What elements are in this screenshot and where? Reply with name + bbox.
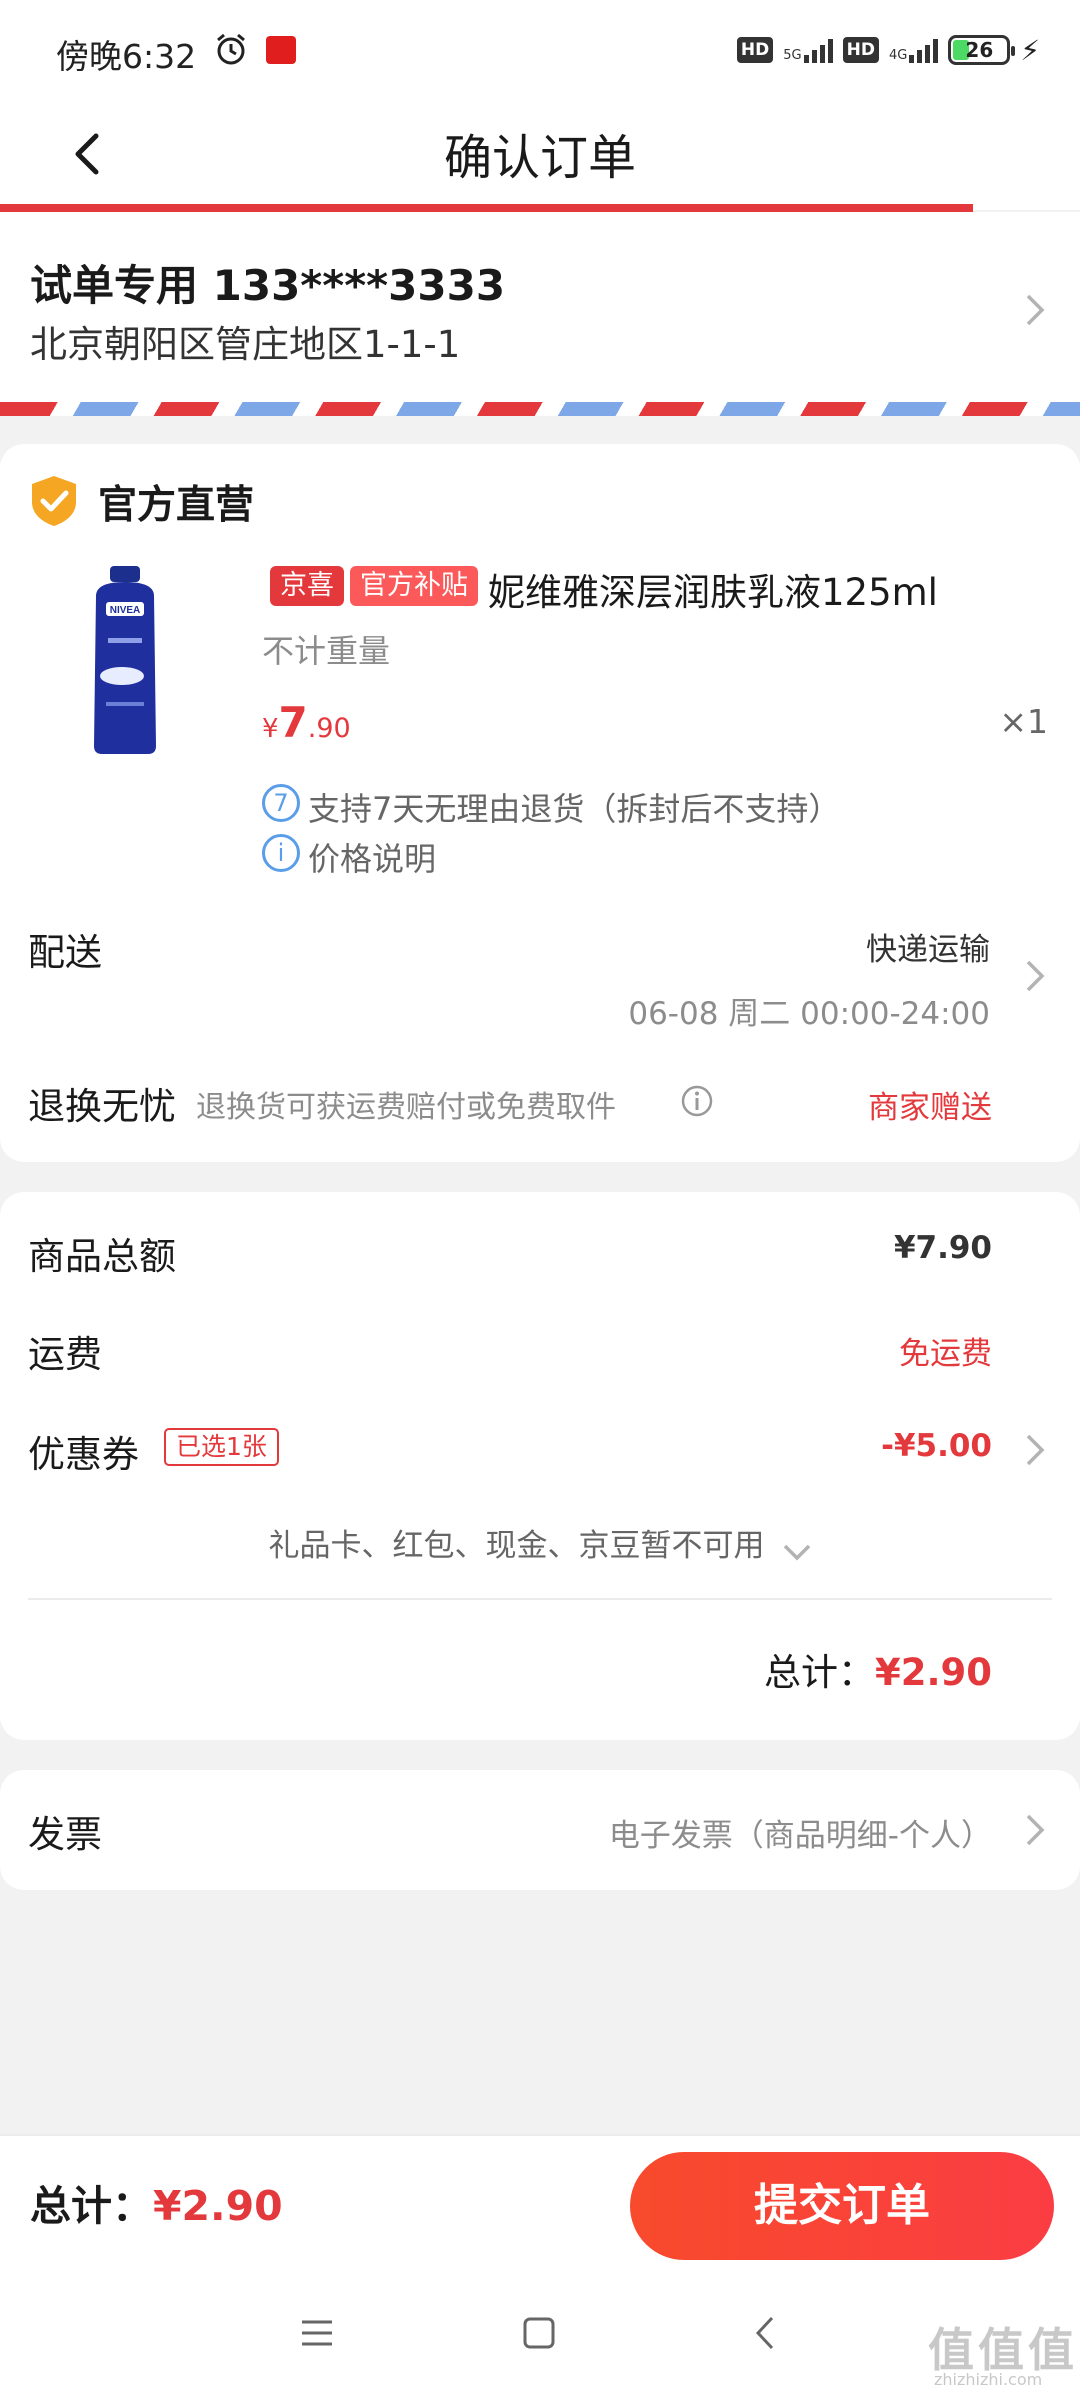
- progress-bar: [0, 204, 973, 212]
- return-service-desc: 退换货可获运费赔付或免费取件: [196, 1090, 616, 1125]
- return-policy-text[interactable]: 支持7天无理由退货（拆封后不支持）: [308, 784, 840, 830]
- address-stripe: [0, 402, 1080, 416]
- tag-jingxi: 京喜: [270, 566, 344, 606]
- menu-icon[interactable]: [300, 2318, 334, 2348]
- info-icon[interactable]: [680, 1084, 714, 1118]
- order-total: 总计：¥2.90: [763, 1651, 992, 1694]
- product-title[interactable]: 妮维雅深层润肤乳液125ml: [488, 562, 938, 616]
- checkout-total: 总计：¥2.90: [30, 2182, 283, 2230]
- alarm-icon: [217, 33, 245, 65]
- invoice-value: 电子发票（商品明细-个人）: [608, 1818, 992, 1854]
- status-indicators: HD 5G HD 4G 26 ⚡: [736, 30, 1040, 70]
- watermark-url: zhizhizhi.com: [934, 2370, 1043, 2389]
- goods-total-value: ¥7.90: [893, 1230, 992, 1266]
- hd-badge: HD: [736, 37, 774, 63]
- return-service-value: 商家赠送: [868, 1090, 992, 1126]
- chevron-right-icon: [1026, 294, 1045, 326]
- invoice-label: 发票: [28, 1813, 102, 1856]
- app-notification-icon: [266, 36, 296, 64]
- coupon-label: 优惠券: [28, 1433, 139, 1476]
- submit-order-button[interactable]: 提交订单: [630, 2152, 1054, 2260]
- address-name-phone: 试单专用 133****3333: [30, 261, 506, 310]
- shield-check-icon: [32, 476, 76, 526]
- back-icon[interactable]: [752, 2314, 778, 2352]
- chevron-right-icon[interactable]: [1024, 958, 1046, 994]
- signal-5g: 5G: [783, 37, 833, 63]
- home-icon[interactable]: [522, 2316, 556, 2350]
- signal-bars-icon: [803, 37, 833, 63]
- unavailable-row[interactable]: 礼品卡、红包、现金、京豆暂不可用: [0, 1520, 1080, 1565]
- coupon-selected-badge: 已选1张: [164, 1428, 279, 1466]
- coupon-value[interactable]: -¥5.00: [881, 1428, 992, 1464]
- delivery-time[interactable]: 06-08 周二 00:00-24:00: [628, 988, 990, 1033]
- goods-total-label: 商品总额: [28, 1235, 176, 1278]
- svg-text:NIVEA: NIVEA: [110, 605, 141, 616]
- return-service-label: 退换无忧: [28, 1085, 176, 1128]
- delivery-label: 配送: [28, 931, 102, 974]
- seven-day-return-icon: 7: [262, 784, 300, 822]
- chevron-down-icon: [783, 1544, 810, 1560]
- divider: [28, 1598, 1052, 1600]
- charging-icon: ⚡: [1020, 33, 1040, 67]
- signal-bars-icon: [909, 37, 939, 63]
- tag-official-subsidy: 官方补贴: [350, 566, 478, 606]
- product-price: ¥7.90: [262, 698, 351, 747]
- address-detail: 北京朝阳区管庄地区1-1-1: [30, 323, 461, 366]
- shipping-label: 运费: [28, 1333, 102, 1376]
- status-time: 傍晚6:32: [56, 37, 197, 76]
- chevron-right-icon[interactable]: [1024, 1812, 1046, 1848]
- price-info-link[interactable]: 价格说明: [308, 834, 436, 880]
- unavailable-text: 礼品卡、红包、现金、京豆暂不可用: [268, 1528, 765, 1564]
- product-image[interactable]: NIVEA: [80, 566, 170, 756]
- page-title: 确认订单: [443, 130, 636, 186]
- shipping-value: 免运费: [899, 1336, 992, 1372]
- battery-icon: 26: [948, 35, 1016, 65]
- signal-4g: 4G: [889, 37, 939, 63]
- hd-badge: HD: [842, 37, 879, 63]
- delivery-method[interactable]: 快递运输: [866, 924, 990, 969]
- shop-name: 官方直营: [98, 483, 255, 528]
- product-weight: 不计重量: [262, 632, 391, 670]
- product-quantity: ×1: [999, 702, 1048, 741]
- info-icon: i: [262, 834, 300, 872]
- chevron-right-icon[interactable]: [1024, 1432, 1046, 1468]
